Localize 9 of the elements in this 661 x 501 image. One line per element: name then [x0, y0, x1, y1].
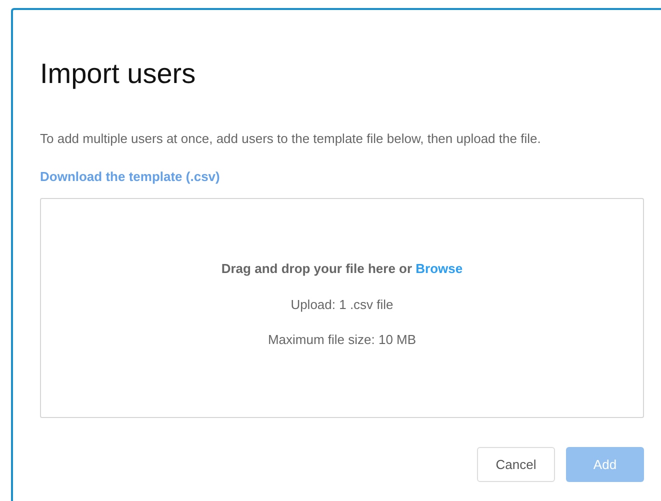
- drop-instructions: Drag and drop your file here or Browse: [221, 260, 463, 278]
- browse-link[interactable]: Browse: [416, 261, 463, 276]
- file-dropzone[interactable]: Drag and drop your file here or Browse Upload: 1 .csv file Maximum file size: 10 MB: [40, 198, 644, 418]
- description-text: To add multiple users at once, add users to the template file below, then upload the file.: [40, 130, 541, 148]
- cancel-button[interactable]: Cancel: [477, 447, 555, 482]
- dialog-title: Import users: [40, 57, 196, 91]
- file-size-hint: Maximum file size: 10 MB: [268, 331, 416, 349]
- upload-hint: Upload: 1 .csv file: [290, 296, 394, 314]
- download-template-link[interactable]: Download the template (.csv): [40, 166, 220, 186]
